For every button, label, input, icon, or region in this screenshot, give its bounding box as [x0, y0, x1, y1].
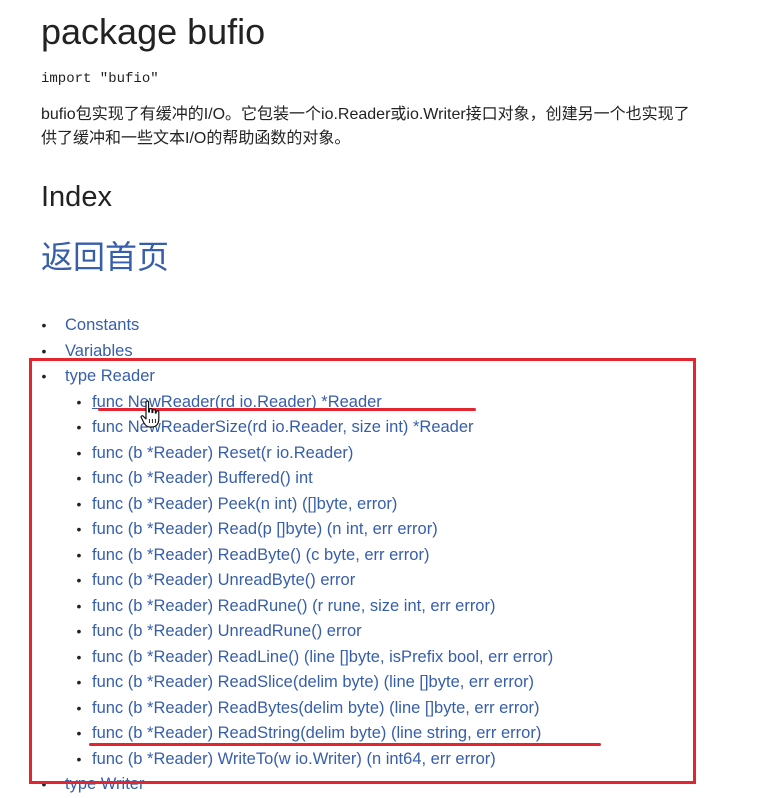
home-link[interactable]: 返回首页 [41, 236, 169, 278]
index-link[interactable]: Variables [65, 342, 133, 360]
highlight-underline [89, 743, 601, 746]
import-statement: import "bufio" [41, 71, 159, 87]
description-line: 供了缓冲和一些文本I/O的帮助函数的对象。 [41, 130, 351, 147]
highlight-box [29, 358, 696, 784]
index-heading: Index [41, 181, 112, 213]
package-description: bufio包实现了有缓冲的I/O。它包装一个io.Reader或io.Write… [41, 103, 766, 151]
page-title: package bufio [41, 11, 266, 52]
description-line: bufio包实现了有缓冲的I/O。它包装一个io.Reader或io.Write… [41, 106, 690, 123]
hand-pointer-icon [140, 400, 160, 428]
bullet-icon: • [41, 317, 47, 333]
index-item-text: Constants [65, 313, 139, 339]
index-link[interactable]: Constants [65, 316, 139, 334]
